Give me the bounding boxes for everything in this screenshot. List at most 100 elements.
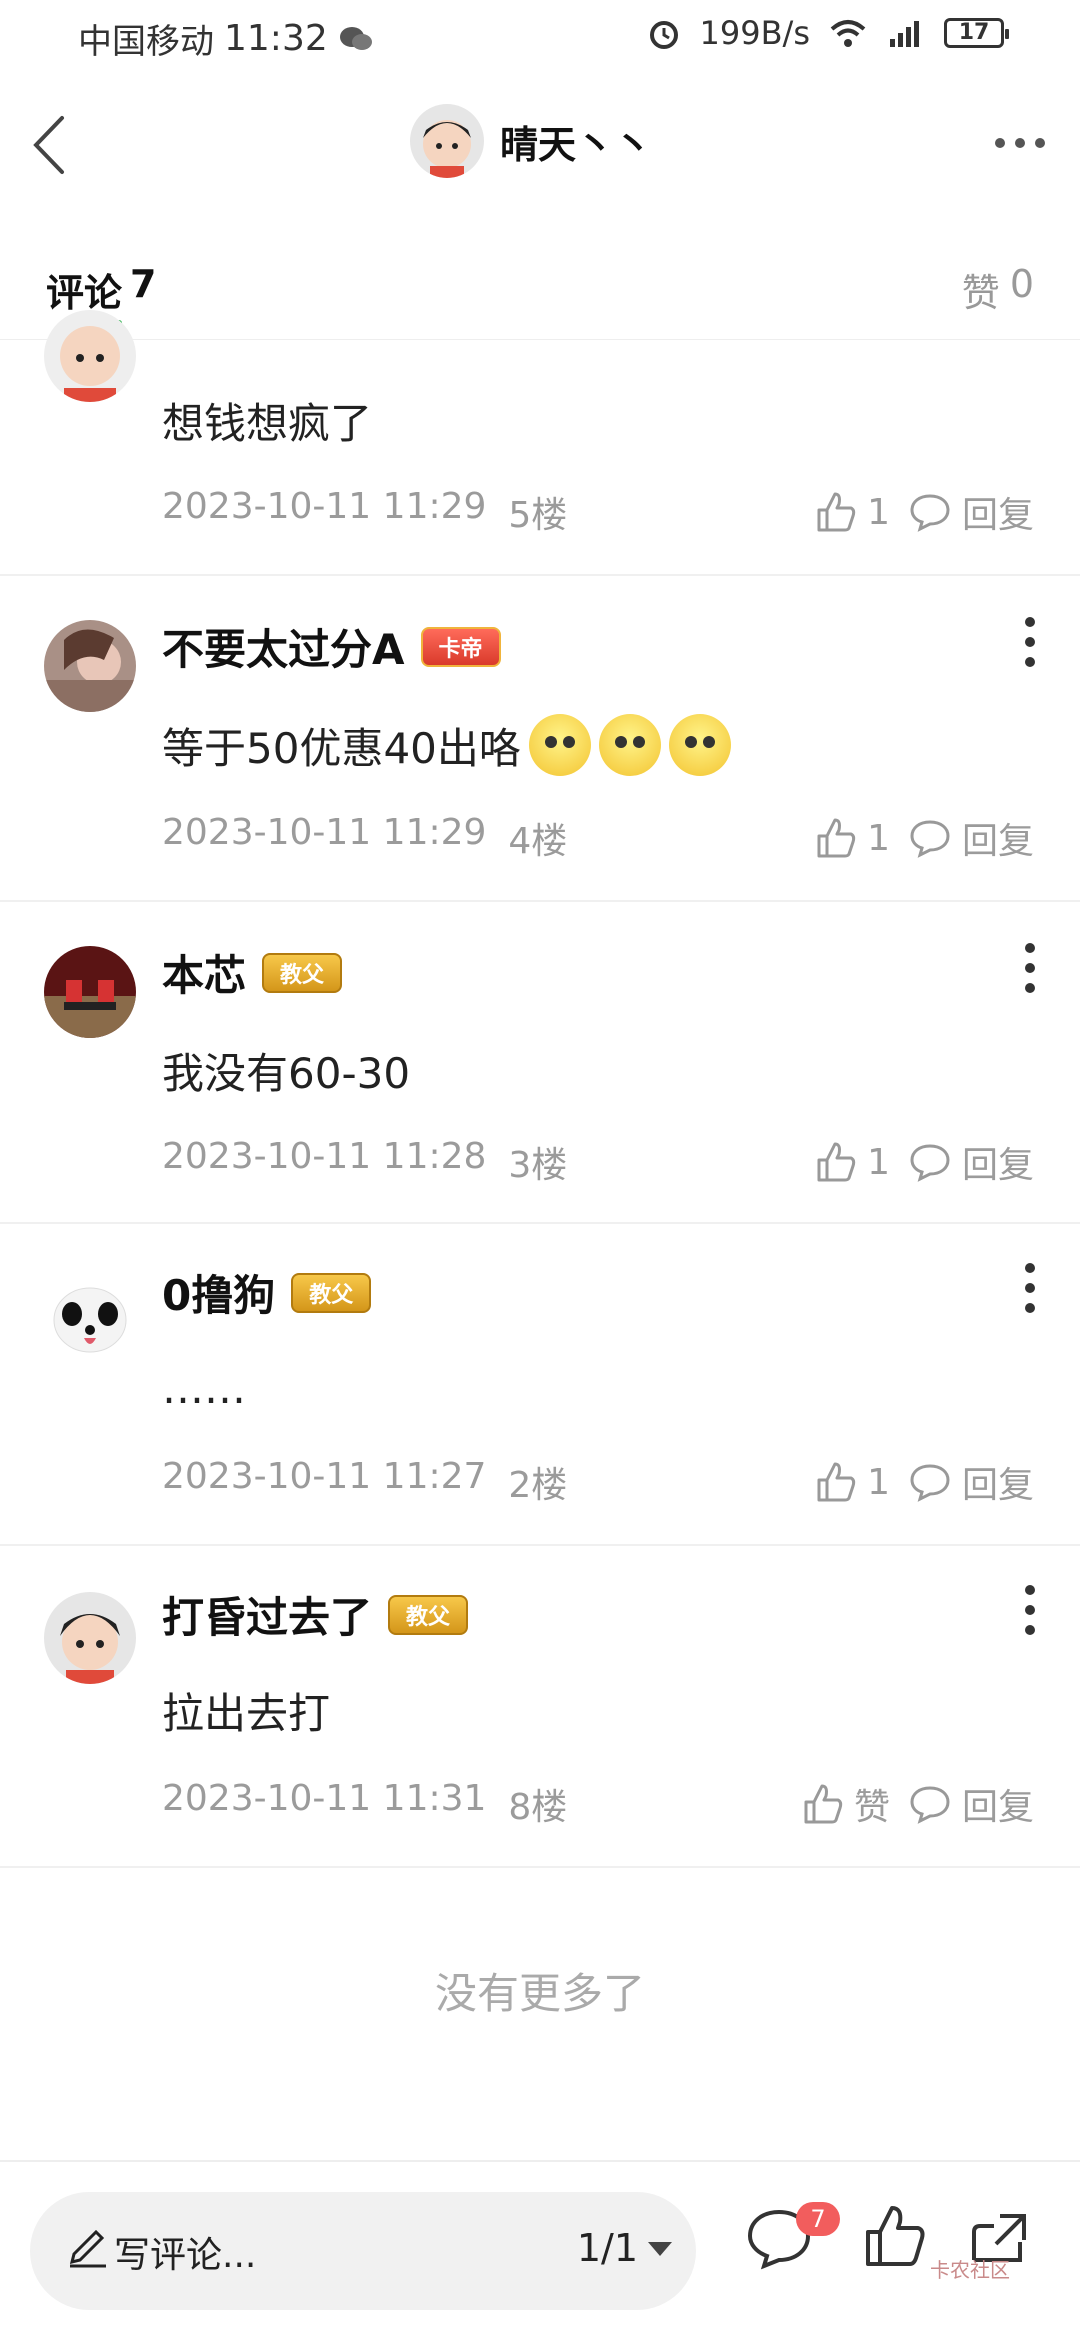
comment-meta: 2023-10-11 11:29 4楼 [162,812,567,864]
comment-floor: 8楼 [508,1787,568,1828]
author-avatar[interactable] [410,104,484,178]
author-name: 本芯 [162,951,247,1000]
no-more-label: 没有更多了 [434,1969,645,2018]
comment-author[interactable]: 打昏过去了 教父 [162,1584,469,1645]
author-name: 不要太过分A [162,625,405,674]
carrier-label: 中国移动 [78,22,214,62]
comment-count-badge: 7 [796,2202,840,2236]
speech-bubble-icon [910,1786,950,1824]
smile-emoji-icon [598,714,661,776]
like-count: 1 [867,491,890,533]
rank-badge: 卡帝 [420,626,501,667]
comment-item: 打昏过去了 教父 拉出去打 2023-10-11 11:31 8楼 赞 回复 [0,1546,1080,1868]
reply-label: 回复 [961,1465,1034,1506]
comment-date: 2023-10-11 11:27 [162,1456,487,1497]
reply-label: 回复 [961,495,1034,536]
tab-comments-count: 7 [130,262,157,306]
comment-input-placeholder: 写评论... [114,2235,257,2276]
smile-emoji-icon [668,714,731,776]
comment-author[interactable]: 0撸狗 教父 [162,1262,372,1323]
avatar[interactable] [44,1592,136,1684]
more-vertical-icon[interactable] [1010,1258,1050,1318]
like-button[interactable]: 1 [813,816,890,860]
battery-indicator: 17 [944,18,1009,48]
more-vertical-icon[interactable] [1010,612,1050,672]
like-button[interactable]: 1 [813,490,890,534]
like-button[interactable]: 赞 [800,1778,890,1830]
comment-date: 2023-10-11 11:28 [162,1136,487,1177]
more-vertical-icon[interactable] [1010,938,1050,998]
comment-item: 本芯 教父 我没有60-30 2023-10-11 11:28 3楼 1 回复 [0,902,1080,1224]
comment-author[interactable]: 本芯 教父 [162,942,343,1003]
status-left: 中国移动 11:32 [78,14,374,63]
like-count: 1 [867,1461,890,1503]
tab-likes-count: 0 [1009,262,1034,306]
status-right: 199B/s 17 [646,14,1009,52]
author-name: 0撸狗 [162,1271,276,1320]
comment-actions: 1 回复 [813,1456,1034,1508]
like-label: 赞 [853,1787,890,1828]
reply-label: 回复 [961,1787,1034,1828]
avatar[interactable] [44,1270,136,1362]
reply-button[interactable]: 回复 [908,1456,1034,1508]
caret-down-icon [648,2242,672,2256]
thumb-up-icon[interactable] [860,2202,930,2272]
comment-input[interactable]: 写评论... 1/1 [30,2192,696,2310]
signal-icon [890,21,919,47]
comment-text: 拉出去打 [162,1689,331,1738]
comment-meta: 2023-10-11 11:27 2楼 [162,1456,567,1508]
reply-button[interactable]: 回复 [908,812,1034,864]
tab-comments[interactable]: 评论 7 [46,262,156,317]
watermark-label: 卡农社区 [930,2258,1010,2282]
wechat-icon [339,26,372,50]
comment-actions: 1 回复 [813,812,1034,864]
bottom-bar: 写评论... 1/1 7 卡农社区 [0,2160,1080,2340]
pencil-icon [69,2229,106,2268]
rank-badge: 教父 [388,1594,469,1635]
thumb-up-icon [817,1462,856,1502]
thumb-up-icon [817,818,856,858]
comment-floor: 3楼 [508,1145,568,1186]
comment-date: 2023-10-11 11:29 [162,486,487,527]
avatar[interactable] [44,310,136,402]
tab-likes[interactable]: 赞 0 [962,262,1034,317]
comment-text: 想钱想疯了 [162,399,373,448]
clock: 11:32 [224,18,328,59]
comment-floor: 2楼 [508,1465,568,1506]
reply-button[interactable]: 回复 [908,1778,1034,1830]
comment-meta: 2023-10-11 11:31 8楼 [162,1778,567,1830]
page-selector[interactable]: 1/1 [577,2226,674,2270]
like-count: 1 [867,1141,890,1183]
tab-comments-label: 评论 [46,271,123,315]
reply-button[interactable]: 回复 [908,486,1034,538]
comment-actions: 1 回复 [813,486,1034,538]
speech-bubble-icon [910,1144,950,1182]
speech-bubble-icon [910,1464,950,1502]
reply-label: 回复 [961,821,1034,862]
thumb-up-icon [817,1142,856,1182]
comment-floor: 5楼 [508,495,568,536]
more-vertical-icon[interactable] [1010,1580,1050,1640]
rank-badge: 教父 [291,1272,372,1313]
comment-item: 不要太过分A 卡帝 等于50优惠40出咯 2023-10-11 11:29 4楼… [0,576,1080,902]
comment-actions: 1 回复 [813,1136,1034,1188]
header-title-group[interactable]: 晴天丶丶 [410,104,652,178]
alarm-icon [649,21,678,49]
comment-author[interactable]: 不要太过分A 卡帝 [162,616,501,677]
like-button[interactable]: 1 [813,1140,890,1184]
comment-text: 等于50优惠40出咯 [162,714,731,776]
comment-date: 2023-10-11 11:31 [162,1778,487,1819]
tab-likes-label: 赞 [961,271,1000,315]
comment-item: 想钱想疯了 2023-10-11 11:29 5楼 1 回复 [0,310,1080,576]
back-arrow-icon[interactable] [22,110,82,180]
rank-badge: 教父 [262,952,343,993]
status-bar: 中国移动 11:32 199B/s 17 [0,0,1080,76]
comment-actions: 赞 回复 [800,1778,1034,1830]
page-indicator: 1/1 [576,2226,638,2270]
more-options-icon[interactable] [990,118,1050,168]
page-title: 晴天丶丶 [500,122,653,167]
like-button[interactable]: 1 [813,1460,890,1504]
avatar[interactable] [44,946,136,1038]
avatar[interactable] [44,620,136,712]
reply-button[interactable]: 回复 [908,1136,1034,1188]
